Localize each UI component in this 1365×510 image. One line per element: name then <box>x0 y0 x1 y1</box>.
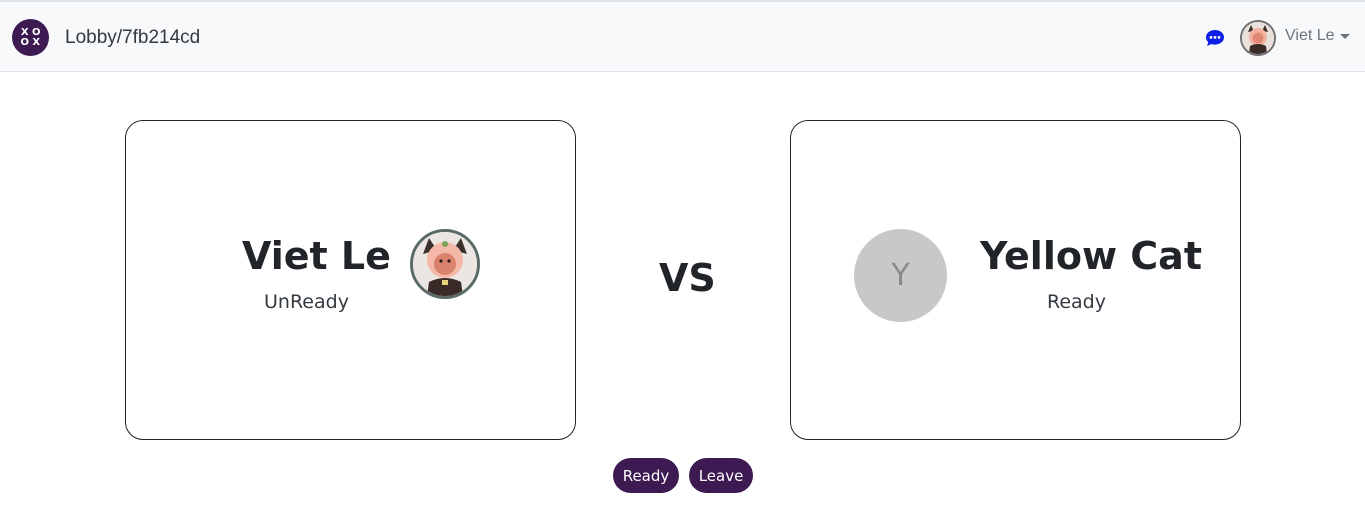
player-card-right: Y Yellow Cat Ready <box>790 120 1241 440</box>
logo-glyph: O <box>31 26 41 38</box>
user-avatar[interactable] <box>1240 20 1276 56</box>
top-navbar: X O O X Lobby/7fb214cd Viet Le <box>0 0 1365 72</box>
ready-button[interactable]: Ready <box>613 458 679 493</box>
caret-down-icon <box>1339 33 1350 39</box>
logo-glyph: X <box>20 26 29 38</box>
player-avatar-placeholder: Y <box>854 229 947 322</box>
app-logo[interactable]: X O O X <box>12 19 49 56</box>
player-avatar <box>410 229 480 299</box>
chat-bubble-icon[interactable] <box>1205 29 1225 47</box>
player-name: Yellow Cat <box>980 234 1202 278</box>
logo-glyph: O <box>20 36 29 48</box>
player-name: Viet Le <box>242 234 391 278</box>
player-status: Ready <box>1047 291 1106 313</box>
logo-glyph: X <box>32 36 41 48</box>
leave-button[interactable]: Leave <box>689 458 753 493</box>
player-status: UnReady <box>264 291 349 313</box>
user-menu-dropdown[interactable]: Viet Le <box>1285 27 1350 45</box>
versus-label: VS <box>659 256 716 300</box>
breadcrumb: Lobby/7fb214cd <box>65 27 201 48</box>
player-card-left: Viet Le UnReady <box>125 120 576 440</box>
user-name-label: Viet Le <box>1285 27 1335 44</box>
